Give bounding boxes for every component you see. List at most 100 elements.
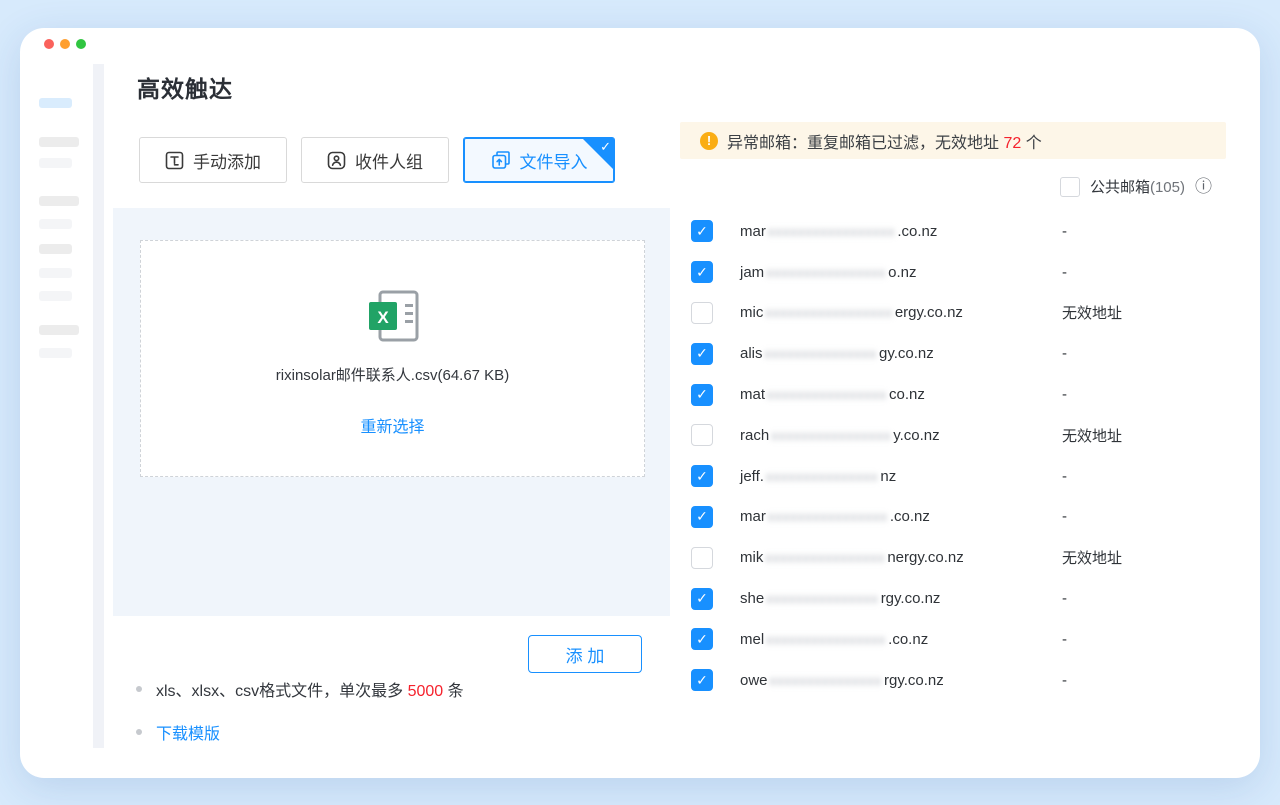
recipient-checkbox[interactable]: ✓ — [691, 669, 713, 691]
email-prefix: owe — [740, 672, 768, 689]
email-masked-segment: xxxxxxxxxxxxxxxx — [766, 632, 886, 647]
recipient-row: ✓ she xxxxxxxxxxxxxxx rgy.co.nz - — [691, 578, 1231, 619]
recipient-row: ✓ mar xxxxxxxxxxxxxxxx .co.nz - — [691, 497, 1231, 538]
download-template-link[interactable]: 下载模版 — [156, 720, 220, 744]
recipient-checkbox[interactable]: ✓ — [691, 465, 713, 487]
email-masked-segment: xxxxxxxxxxxxxxxx — [765, 550, 885, 565]
recipient-checkbox[interactable]: ✓ — [691, 220, 713, 242]
email-suffix: .co.nz — [888, 631, 928, 648]
alert-text: 异常邮箱：重复邮箱已过滤，无效地址 — [727, 135, 1003, 152]
recipient-status: - — [1062, 631, 1067, 648]
sidebar-skeleton-item — [39, 137, 79, 147]
file-import-icon — [491, 150, 511, 170]
recipient-checkbox[interactable] — [691, 547, 713, 569]
tab-label: 收件人组 — [355, 148, 423, 173]
recipient-checkbox[interactable]: ✓ — [691, 261, 713, 283]
recipient-checkbox[interactable]: ✓ — [691, 343, 713, 365]
selected-check-icon: ✓ — [600, 139, 611, 155]
email-suffix: y.co.nz — [893, 427, 939, 444]
svg-text:X: X — [377, 308, 389, 327]
window-controls — [44, 39, 86, 49]
recipient-status: - — [1062, 264, 1067, 281]
email-suffix: .co.nz — [897, 223, 937, 240]
recipient-status: - — [1062, 590, 1067, 607]
bullet-dot — [136, 686, 142, 692]
format-note-suffix: 条 — [443, 683, 463, 700]
uploaded-file-name: rixinsolar邮件联系人.csv(64.67 KB) — [276, 364, 509, 385]
reselect-file-link[interactable]: 重新选择 — [360, 413, 424, 437]
email-prefix: jam — [740, 264, 764, 281]
recipient-checkbox[interactable] — [691, 302, 713, 324]
tab-file-import[interactable]: 文件导入 ✓ — [463, 137, 615, 183]
recipient-row: ✓ jam xxxxxxxxxxxxxxxx o.nz - — [691, 252, 1231, 293]
template-note: 下载模版 — [136, 720, 220, 744]
recipient-email: jeff. xxxxxxxxxxxxxxx nz — [740, 468, 896, 485]
warning-icon: ! — [700, 132, 718, 150]
email-prefix: jeff. — [740, 468, 764, 485]
minimize-window-icon[interactable] — [60, 39, 70, 49]
invalid-count: 72 — [1003, 135, 1021, 152]
recipient-email: owe xxxxxxxxxxxxxxx rgy.co.nz — [740, 672, 944, 689]
recipient-email: mik xxxxxxxxxxxxxxxx nergy.co.nz — [740, 549, 964, 566]
public-mailbox-row: 公共邮箱(105) ⓘ — [1060, 176, 1212, 197]
recipient-row: ✓ mat xxxxxxxxxxxxxxxx co.nz - — [691, 374, 1231, 415]
recipient-checkbox[interactable]: ✓ — [691, 628, 713, 650]
email-masked-segment: xxxxxxxxxxxxxxxx — [767, 387, 887, 402]
page-title: 高效触达 — [137, 70, 233, 104]
email-masked-segment: xxxxxxxxxxxxxxxx — [771, 428, 891, 443]
app-window: 高效触达 手动添加 收件人组 — [20, 28, 1260, 778]
recipient-checkbox[interactable] — [691, 424, 713, 446]
email-suffix: co.nz — [889, 386, 925, 403]
recipient-group-icon — [327, 151, 346, 170]
upload-dropzone[interactable]: X rixinsolar邮件联系人.csv(64.67 KB) 重新选择 — [140, 240, 645, 477]
sidebar-skeleton-item-active — [39, 98, 72, 108]
recipient-email: mel xxxxxxxxxxxxxxxx .co.nz — [740, 631, 928, 648]
recipient-status: - — [1062, 672, 1067, 689]
email-prefix: alis — [740, 345, 763, 362]
sidebar-skeleton-item — [39, 244, 72, 254]
close-window-icon[interactable] — [44, 39, 54, 49]
tab-label: 手动添加 — [193, 148, 261, 173]
recipient-checkbox[interactable]: ✓ — [691, 506, 713, 528]
recipient-row: mic xxxxxxxxxxxxxxxxx ergy.co.nz 无效地址 — [691, 293, 1231, 334]
sidebar-skeleton-item — [39, 219, 72, 229]
tab-manual-add[interactable]: 手动添加 — [139, 137, 287, 183]
recipient-row: ✓ alis xxxxxxxxxxxxxxx gy.co.nz - — [691, 333, 1231, 374]
recipient-checkbox[interactable]: ✓ — [691, 588, 713, 610]
email-masked-segment: xxxxxxxxxxxxxxxx — [766, 265, 886, 280]
bullet-dot — [136, 729, 142, 735]
maximize-window-icon[interactable] — [76, 39, 86, 49]
email-suffix: gy.co.nz — [879, 345, 934, 362]
format-note: xls、xlsx、csv格式文件，单次最多 5000 条 — [136, 677, 464, 701]
email-prefix: mel — [740, 631, 764, 648]
recipient-status: 无效地址 — [1062, 425, 1122, 446]
sidebar-skeleton-item — [39, 348, 72, 358]
add-button[interactable]: 添 加 — [528, 635, 642, 673]
recipient-email: rach xxxxxxxxxxxxxxxx y.co.nz — [740, 427, 940, 444]
public-mailbox-label: 公共邮箱 — [1090, 179, 1150, 196]
recipient-status: 无效地址 — [1062, 547, 1122, 568]
email-suffix: .co.nz — [890, 508, 930, 525]
email-prefix: mar — [740, 223, 766, 240]
tab-recipient-group[interactable]: 收件人组 — [301, 137, 449, 183]
sidebar-skeleton-item — [39, 158, 72, 168]
sidebar-divider — [93, 64, 104, 748]
tab-label: 文件导入 — [520, 148, 588, 173]
recipient-list: ✓ mar xxxxxxxxxxxxxxxxx .co.nz - ✓ jam x… — [691, 211, 1231, 701]
sidebar-skeleton-item — [39, 325, 79, 335]
public-mailbox-checkbox[interactable] — [1060, 177, 1080, 197]
email-masked-segment: xxxxxxxxxxxxxxxx — [768, 509, 888, 524]
recipient-row: ✓ mar xxxxxxxxxxxxxxxxx .co.nz - — [691, 211, 1231, 252]
email-suffix: rgy.co.nz — [881, 590, 941, 607]
alert-text-suffix: 个 — [1021, 135, 1041, 152]
sidebar-skeleton-item — [39, 268, 72, 278]
email-masked-segment: xxxxxxxxxxxxxxx — [770, 673, 883, 688]
info-icon[interactable]: ⓘ — [1195, 178, 1212, 195]
email-masked-segment: xxxxxxxxxxxxxxx — [766, 469, 879, 484]
recipient-email: mar xxxxxxxxxxxxxxxxx .co.nz — [740, 223, 937, 240]
recipient-email: mar xxxxxxxxxxxxxxxx .co.nz — [740, 508, 930, 525]
sidebar-skeleton-item — [39, 196, 79, 206]
recipient-email: jam xxxxxxxxxxxxxxxx o.nz — [740, 264, 917, 281]
max-count: 5000 — [408, 683, 444, 700]
recipient-checkbox[interactable]: ✓ — [691, 384, 713, 406]
